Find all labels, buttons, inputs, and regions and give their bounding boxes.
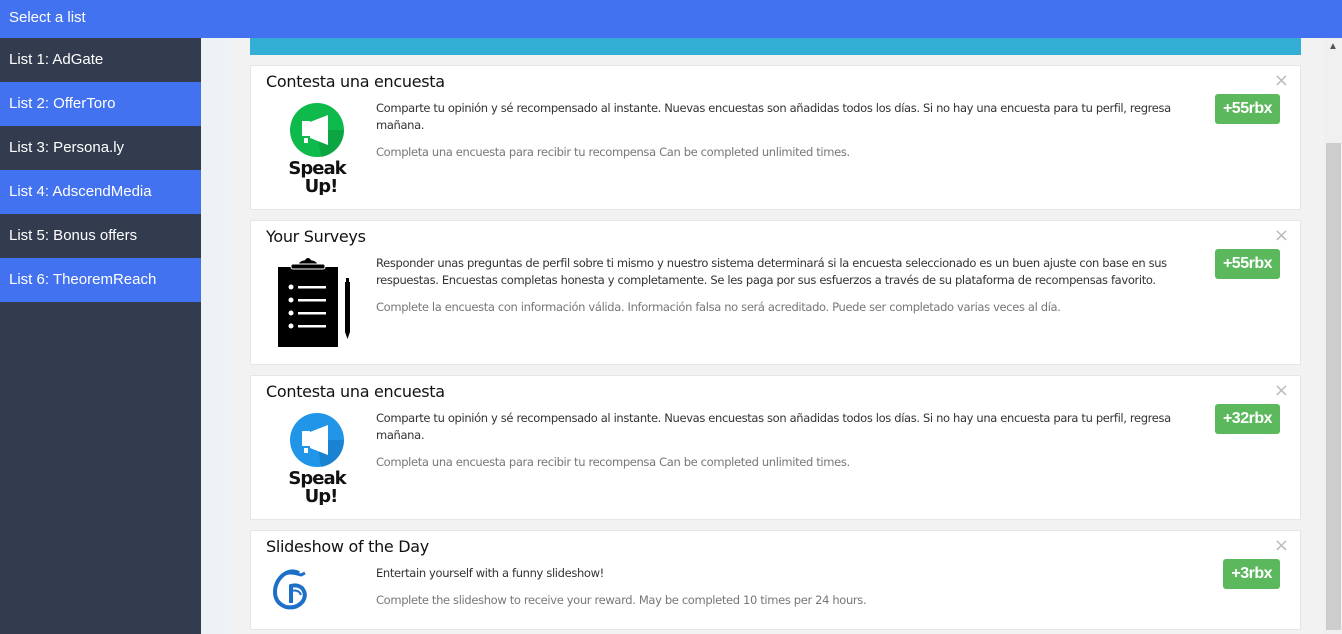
sidebar-item-offertoro[interactable]: List 2: OfferToro — [0, 82, 201, 126]
sidebar-item-label: List 3: Persona.ly — [9, 139, 125, 156]
sidebar-item-label: List 6: TheoremReach — [9, 271, 157, 288]
sidebar-item-label: List 2: OfferToro — [9, 95, 116, 112]
sidebar-item-theoremreach[interactable]: List 6: TheoremReach — [0, 258, 201, 302]
offer-description: Comparte tu opinión y sé recompensado al… — [376, 411, 1171, 442]
close-icon[interactable]: × — [1274, 72, 1289, 90]
sidebar-item-personaly[interactable]: List 3: Persona.ly — [0, 126, 201, 170]
logo-up-text: Up! — [305, 486, 338, 505]
offer-requirement: Completa una encuesta para recibir tu re… — [376, 145, 850, 159]
offer-card[interactable]: Contesta una encuesta Speak Up! Comparte… — [250, 65, 1301, 210]
offer-title: Slideshow of the Day — [266, 537, 429, 556]
offer-description: Entertain yourself with a funny slidesho… — [376, 566, 604, 580]
sidebar-item-label: List 4: AdscendMedia — [9, 183, 152, 200]
gothic-g-logo — [269, 567, 313, 611]
reward-button[interactable]: +55rbx — [1214, 249, 1280, 279]
sidebar-item-adgate[interactable]: List 1: AdGate — [0, 38, 201, 82]
list-selector-header: Select a list — [0, 0, 1342, 38]
offer-description: Responder unas preguntas de perfil sobre… — [376, 256, 1167, 287]
scroll-up-arrow-icon[interactable]: ▲ — [1324, 38, 1342, 55]
logo-up-text: Up! — [305, 176, 338, 195]
reward-button[interactable]: +55rbx — [1214, 94, 1280, 124]
scrollbar-thumb[interactable] — [1326, 143, 1341, 630]
clipboard-icon — [271, 255, 361, 347]
offer-title: Your Surveys — [266, 227, 366, 246]
offer-title: Contesta una encuesta — [266, 382, 445, 401]
close-icon[interactable]: × — [1274, 382, 1289, 400]
close-icon[interactable]: × — [1274, 537, 1289, 555]
speak-up-blue-logo: Speak Up! — [271, 410, 361, 507]
offer-title: Contesta una encuesta — [266, 72, 445, 91]
sidebar: List 1: AdGate List 2: OfferToro List 3:… — [0, 38, 201, 634]
offer-card[interactable]: Your Surveys Responder unas preguntas de… — [250, 220, 1301, 365]
sidebar-item-adscendmedia[interactable]: List 4: AdscendMedia — [0, 170, 201, 214]
offer-requirement: Complete the slideshow to receive your r… — [376, 593, 867, 607]
sidebar-item-label: List 1: AdGate — [9, 51, 104, 68]
offer-requirement: Complete la encuesta con información vál… — [376, 300, 1061, 314]
vertical-scrollbar[interactable]: ▲ — [1324, 38, 1342, 634]
accent-banner — [250, 38, 1301, 55]
offers-panel: Contesta una encuesta Speak Up! Comparte… — [230, 38, 1324, 634]
offer-requirement: Completa una encuesta para recibir tu re… — [376, 455, 850, 469]
header-title: Select a list — [9, 9, 86, 26]
offer-card[interactable]: Contesta una encuesta Speak Up! Comparte… — [250, 375, 1301, 520]
offer-card[interactable]: Slideshow of the Day Entertain yourself … — [250, 530, 1301, 630]
sidebar-item-label: List 5: Bonus offers — [9, 227, 138, 244]
speak-up-green-logo: Speak Up! — [271, 100, 361, 197]
reward-button[interactable]: +3rbx — [1223, 559, 1280, 589]
reward-button[interactable]: +32rbx — [1214, 404, 1280, 434]
content-gutter — [201, 38, 230, 634]
close-icon[interactable]: × — [1274, 227, 1289, 245]
offer-description: Comparte tu opinión y sé recompensado al… — [376, 101, 1171, 132]
sidebar-item-bonus-offers[interactable]: List 5: Bonus offers — [0, 214, 201, 258]
